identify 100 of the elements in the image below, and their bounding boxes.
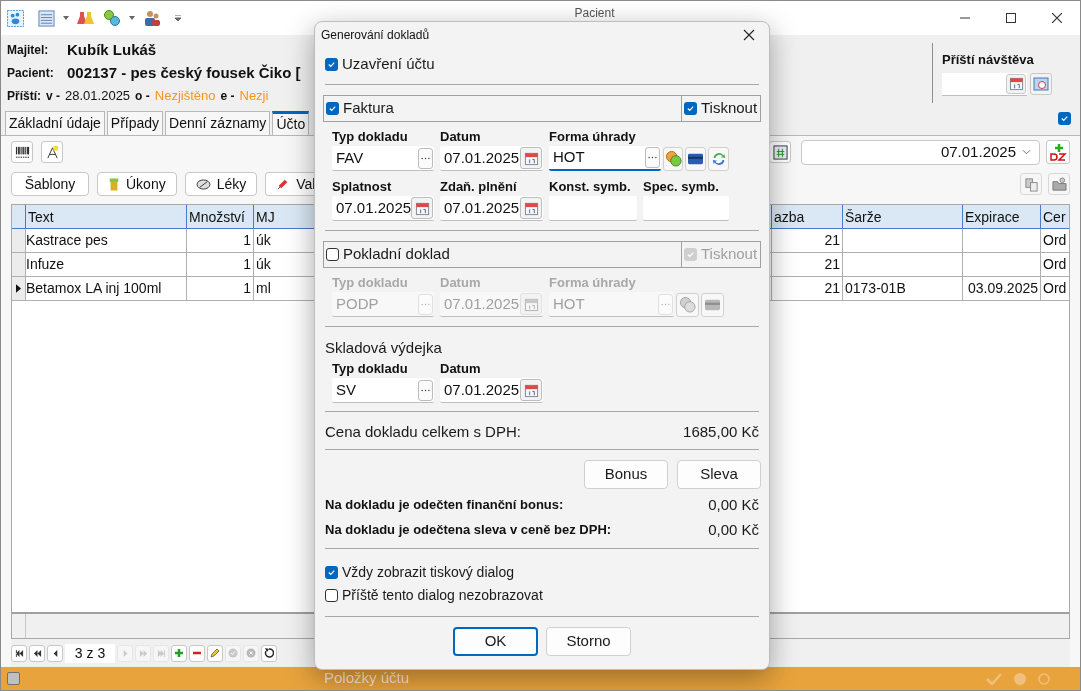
row-indicator[interactable] — [12, 277, 26, 300]
input-field[interactable]: 07.01.2025 — [440, 146, 543, 171]
input-field[interactable]: 07.01.2025 — [440, 196, 543, 221]
arrow-icon — [156, 648, 166, 658]
tab[interactable]: Denní záznamy — [165, 111, 271, 135]
calendar-button[interactable] — [520, 379, 542, 401]
ellipsis-icon — [421, 388, 430, 392]
previous-button[interactable] — [47, 644, 63, 662]
card-button[interactable] — [685, 146, 707, 171]
input-field[interactable]: HOT — [549, 146, 661, 171]
calculator-icon — [772, 144, 788, 160]
folder-button[interactable] — [1048, 173, 1070, 195]
caret-icon[interactable] — [63, 16, 69, 20]
paw-icon[interactable] — [7, 9, 24, 27]
flask-icon[interactable] — [77, 9, 95, 27]
add-record-button[interactable] — [1046, 140, 1070, 164]
table-cell: ml — [256, 280, 271, 296]
calendar-button[interactable] — [411, 197, 433, 219]
table-cell: Infuze — [26, 256, 65, 272]
calendar-icon — [523, 200, 539, 216]
column-header[interactable]: Šarže — [843, 205, 963, 229]
tab[interactable]: Účto — [272, 111, 310, 135]
checkmark-icon — [1060, 114, 1069, 123]
next-item-label: o - — [135, 88, 150, 105]
deduction-value: 0,00 Kč — [708, 519, 759, 540]
column-header[interactable]: Expirace — [963, 205, 1041, 229]
dialog-title: Generování dokladů — [321, 26, 431, 44]
calculator-button[interactable] — [769, 141, 791, 163]
barcode-button[interactable] — [11, 141, 33, 163]
payment-button[interactable] — [676, 292, 699, 317]
input-field[interactable]: 07.01.2025 — [332, 196, 434, 221]
table-cell: 03.09.2025 — [967, 280, 1038, 296]
card-icon — [687, 151, 705, 166]
column-header[interactable]: Cer — [1041, 205, 1069, 229]
previous-page-button[interactable] — [29, 644, 45, 662]
checkbox[interactable]: Příště tento dialog nezobrazovat — [325, 584, 543, 606]
patient-label: Pacient: — [7, 65, 55, 82]
edit-button[interactable] — [207, 644, 223, 662]
field-label: Splatnost — [332, 179, 393, 195]
checkbox[interactable]: Uzavření účtu — [325, 52, 435, 76]
status-text: Položky účtu — [324, 668, 410, 689]
column-header[interactable]: azba — [772, 205, 843, 229]
schedule-icon — [1033, 76, 1049, 93]
column-header[interactable]: Množství — [187, 205, 254, 229]
spellcheck-button[interactable] — [41, 141, 63, 163]
schedule-button[interactable] — [1030, 73, 1052, 96]
input-field[interactable] — [643, 196, 729, 221]
calendar-button[interactable] — [1006, 73, 1026, 94]
copy-button[interactable] — [1020, 173, 1042, 195]
table-cell: Betamox LA inj 100ml — [26, 280, 162, 296]
arrow-icon — [32, 648, 42, 658]
refresh-button[interactable] — [261, 644, 277, 662]
first-button[interactable] — [11, 644, 27, 662]
deduction-label: Na dokladu je odečten finanční bonus: — [325, 496, 564, 515]
remove-button[interactable] — [189, 644, 205, 662]
adjust-button[interactable]: Sleva — [677, 460, 761, 489]
tab[interactable]: Základní údaje — [5, 111, 105, 135]
toolbar-button[interactable]: Léky — [184, 172, 258, 196]
toolbar-button[interactable]: Šablony — [11, 172, 89, 196]
plus-icon — [174, 648, 184, 658]
toolbar-button[interactable]: Úkony — [97, 172, 177, 196]
tab[interactable]: Případy — [106, 111, 164, 135]
dialog-button[interactable]: Storno — [546, 627, 631, 656]
date-field[interactable] — [942, 72, 1027, 96]
calendar-icon — [1008, 76, 1024, 92]
checkbox[interactable]: Vždy zobrazit tiskový dialog — [325, 561, 514, 583]
list-icon[interactable] — [38, 9, 55, 27]
next-label: Příští: — [7, 88, 41, 105]
calendar-button[interactable] — [520, 197, 542, 219]
arrow-icon — [138, 648, 148, 658]
highlighter-icon — [44, 144, 60, 160]
checkmark-icon — [686, 104, 695, 113]
next-visit-title: Příští návštěva — [942, 51, 1035, 70]
field-label: Datum — [440, 361, 482, 377]
next-item-value: 28.01.2025 — [65, 87, 131, 106]
date-dropdown[interactable]: 07.01.2025 — [801, 139, 1040, 165]
calendar-icon — [523, 296, 539, 312]
table-cell: 1 — [243, 232, 251, 248]
table-cell: 21 — [824, 232, 840, 248]
people-icon[interactable] — [143, 9, 161, 27]
folder-icon — [1051, 176, 1067, 192]
caret-icon[interactable] — [129, 16, 135, 20]
calendar-icon — [414, 200, 430, 216]
adjust-button[interactable]: Bonus — [584, 460, 668, 489]
close-icon — [743, 28, 755, 41]
input-field[interactable]: 07.01.2025 — [440, 378, 543, 403]
column-header[interactable]: Text — [26, 205, 187, 229]
input-field[interactable] — [549, 196, 637, 221]
add-button[interactable] — [171, 644, 187, 662]
checkmark-icon — [328, 104, 337, 113]
calendar-button[interactable] — [520, 147, 542, 169]
input-field[interactable]: FAV — [332, 146, 434, 171]
overflow-icon[interactable] — [175, 15, 181, 21]
dialog-button[interactable]: OK — [453, 627, 538, 656]
input-field[interactable]: SV — [332, 378, 434, 403]
gears-icon[interactable] — [103, 9, 121, 27]
checkbox[interactable]: Faktura — [326, 97, 394, 120]
brush-icon — [108, 176, 120, 192]
checkbox[interactable]: Tisknout — [684, 97, 758, 120]
total-label: Cena dokladu celkem s DPH: — [325, 421, 521, 442]
